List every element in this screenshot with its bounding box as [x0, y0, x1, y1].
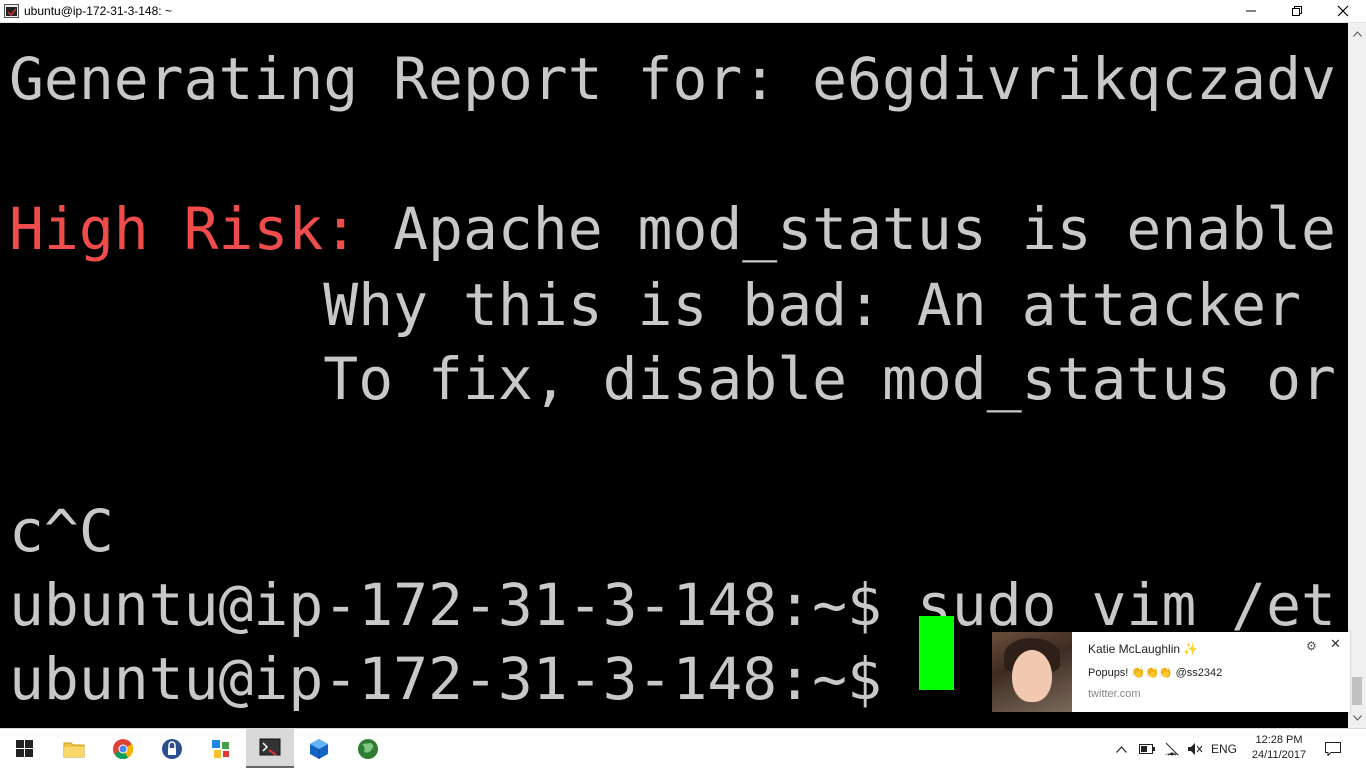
virtualbox-icon [310, 738, 328, 759]
why-bad-line: Why this is bad: An attacker [9, 271, 1302, 339]
keepass-button[interactable] [148, 729, 196, 768]
notification-sender: Katie McLaughlin ✨ [1088, 642, 1199, 656]
terminal-icon [259, 738, 281, 756]
language-indicator[interactable]: ENG [1210, 740, 1238, 758]
terminal-output[interactable]: Generating Report for: e6gdivrikqczadv H… [0, 23, 1348, 728]
previous-command-line: ubuntu@ip-172-31-3-148:~$ sudo vim /et [9, 571, 1336, 639]
minimize-button[interactable] [1228, 0, 1274, 22]
terminal-taskbar-button[interactable] [246, 729, 294, 768]
globe-icon [358, 738, 378, 759]
action-center-icon[interactable] [1324, 740, 1342, 758]
notification-toast[interactable]: Katie McLaughlin ✨ Popups! 👏👏👏 @ss2342 t… [992, 632, 1350, 712]
globe-button[interactable] [344, 729, 392, 768]
interrupt-line: c^C [9, 497, 114, 565]
close-icon [1337, 5, 1349, 17]
chrome-button[interactable] [99, 729, 147, 768]
close-icon[interactable]: ✕ [1330, 638, 1341, 651]
taskbar: ENG 12:28 PM 24/11/2017 [0, 728, 1366, 768]
chrome-icon [113, 738, 134, 759]
terminal-window: ubuntu@ip-172-31-3-148: ~ Generating Rep… [0, 0, 1366, 728]
wifi-icon[interactable] [1163, 740, 1181, 758]
clock[interactable]: 12:28 PM 24/11/2017 [1240, 733, 1318, 763]
start-button[interactable] [0, 729, 48, 768]
notification-message: Popups! 👏👏👏 @ss2342 [1088, 667, 1223, 679]
scroll-thumb[interactable] [1352, 677, 1362, 705]
volume-muted-icon[interactable] [1186, 740, 1204, 758]
vertical-scrollbar[interactable] [1348, 23, 1366, 728]
window-title: ubuntu@ip-172-31-3-148: ~ [24, 4, 172, 18]
virtualbox-button[interactable] [295, 729, 343, 768]
high-risk-line: High Risk: Apache mod_status is enable [9, 195, 1336, 263]
file-explorer-icon [63, 742, 85, 757]
chevron-up-icon[interactable] [1114, 740, 1128, 758]
minimize-icon [1246, 10, 1256, 12]
battery-icon[interactable] [1138, 740, 1156, 758]
clock-time: 12:28 PM [1255, 734, 1303, 746]
report-header-line: Generating Report for: e6gdivrikqczadv [9, 45, 1336, 113]
start-icon [15, 740, 33, 757]
clock-date: 24/11/2017 [1251, 749, 1307, 761]
notification-source: twitter.com [1088, 688, 1141, 700]
title-bar[interactable]: ubuntu@ip-172-31-3-148: ~ [0, 0, 1366, 23]
high-risk-text: Apache mod_status is enable [358, 195, 1336, 263]
text-cursor [919, 616, 954, 690]
file-explorer-button[interactable] [50, 729, 98, 768]
close-button[interactable] [1320, 0, 1366, 22]
scroll-up-arrow-icon[interactable] [1348, 25, 1366, 42]
app-button[interactable] [197, 729, 245, 768]
high-risk-label: High Risk: [9, 195, 359, 263]
app-icon [212, 739, 229, 758]
scroll-down-arrow-icon[interactable] [1348, 709, 1366, 726]
keepass-icon [162, 738, 182, 759]
fix-line: To fix, disable mod_status or [9, 345, 1336, 413]
terminal-app-icon [4, 4, 19, 18]
restore-button[interactable] [1274, 0, 1320, 22]
avatar [992, 632, 1072, 712]
prompt-line: ubuntu@ip-172-31-3-148:~$ [9, 645, 917, 713]
gear-icon[interactable]: ⚙ [1306, 640, 1317, 652]
restore-icon [1292, 6, 1302, 16]
